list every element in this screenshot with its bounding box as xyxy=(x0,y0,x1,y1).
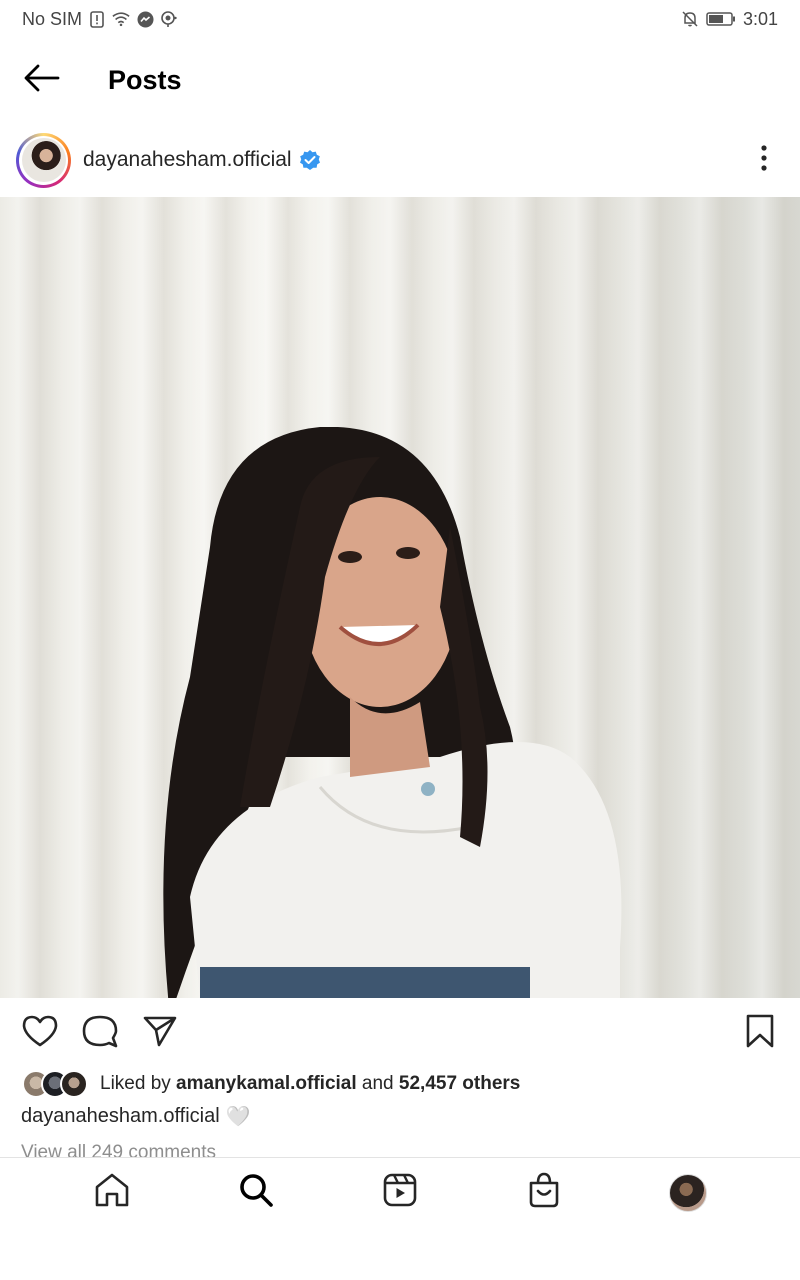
sim-alert-icon xyxy=(88,10,106,28)
profile-avatar xyxy=(669,1173,707,1212)
comment-button[interactable] xyxy=(80,1010,120,1056)
nav-home[interactable] xyxy=(82,1163,142,1223)
photo-subject xyxy=(163,427,622,998)
bookmark-icon xyxy=(745,1014,775,1053)
mute-bell-icon xyxy=(681,10,699,28)
caption-emoji: 🤍 xyxy=(225,1106,251,1128)
wifi-icon xyxy=(112,10,130,28)
clock: 3:01 xyxy=(742,8,778,29)
author-avatar[interactable] xyxy=(16,132,71,188)
more-options-button[interactable] xyxy=(744,136,784,184)
more-vertical-icon xyxy=(761,144,767,176)
avatar-image xyxy=(21,138,66,182)
post-actions xyxy=(0,1008,800,1058)
author-username[interactable]: dayanahesham.official xyxy=(83,148,292,172)
bottom-nav xyxy=(0,1157,800,1227)
nav-profile[interactable] xyxy=(658,1163,718,1223)
save-button[interactable] xyxy=(740,1010,780,1056)
caption-username[interactable]: dayanahesham.official xyxy=(21,1105,220,1128)
arrow-left-icon xyxy=(24,64,60,97)
header: Posts xyxy=(0,40,800,120)
messenger-icon xyxy=(136,10,154,28)
share-button[interactable] xyxy=(140,1010,180,1056)
like-button[interactable] xyxy=(20,1010,60,1056)
comment-icon xyxy=(82,1014,118,1053)
status-right: 3:01 xyxy=(681,9,778,30)
likes-row[interactable]: Liked by amanykamal.official and 52,457 … xyxy=(22,1066,520,1102)
avatar-border xyxy=(19,135,68,185)
carrier-label: No SIM xyxy=(22,8,83,29)
home-icon xyxy=(94,1173,130,1212)
view-comments-link[interactable]: View all 249 comments xyxy=(21,1140,216,1158)
status-left: No SIM xyxy=(22,9,178,30)
share-icon xyxy=(142,1015,178,1052)
liked-by-prefix: Liked by xyxy=(100,1073,177,1094)
shop-icon xyxy=(527,1172,561,1213)
liked-by-user[interactable]: amanykamal.official xyxy=(176,1073,357,1095)
search-icon xyxy=(238,1172,274,1213)
avatar xyxy=(60,1070,88,1098)
reels-icon xyxy=(382,1172,418,1213)
liked-by-others[interactable]: 52,457 others xyxy=(399,1073,520,1095)
battery-icon xyxy=(705,10,737,28)
verified-badge-icon xyxy=(299,149,321,171)
liker-avatars xyxy=(22,1070,88,1098)
status-bar: No SIM 3:01 xyxy=(0,0,800,38)
post-caption: dayanahesham.official 🤍 xyxy=(21,1104,251,1129)
back-button[interactable] xyxy=(0,40,84,120)
post-author-row: dayanahesham.official xyxy=(0,128,800,192)
nav-reels[interactable] xyxy=(370,1163,430,1223)
heart-icon xyxy=(22,1015,58,1052)
nav-search[interactable] xyxy=(226,1163,286,1223)
liked-by-and: and xyxy=(356,1073,399,1094)
hotspot-icon xyxy=(160,10,178,28)
post-photo[interactable] xyxy=(0,197,800,998)
nav-shop[interactable] xyxy=(514,1163,574,1223)
page-title: Posts xyxy=(108,64,182,95)
